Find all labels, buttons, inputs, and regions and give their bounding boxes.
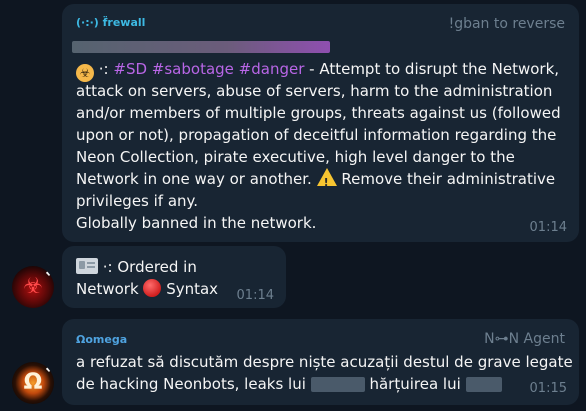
- line-text: Network in one way or another.: [76, 170, 312, 188]
- redacted-name: [465, 377, 502, 392]
- sender-role: !gban to reverse: [448, 16, 565, 32]
- badge-icon: ◆: [45, 268, 52, 277]
- red-circle-icon: [143, 279, 162, 297]
- omega-avatar[interactable]: Ω ◆: [12, 362, 54, 404]
- message-time: 01:15: [529, 381, 567, 396]
- sender-name[interactable]: Ωomega: [76, 333, 127, 346]
- line-text: Syntax: [166, 280, 219, 298]
- message-time: 01:14: [529, 220, 567, 235]
- message-line: de hacking Neonbots, leaks lui hărțuirea…: [76, 373, 502, 395]
- sender-name[interactable]: (·:·) f̈rewall: [76, 16, 145, 29]
- warning-icon: [316, 168, 337, 194]
- message-line: and/or members of multiple groups, threa…: [76, 104, 561, 122]
- tag-prefix: ·:: [98, 60, 109, 78]
- redacted-name: [310, 377, 365, 392]
- id-card-icon: [76, 258, 98, 274]
- message-line: a refuzat să discutăm despre niște acuza…: [76, 353, 573, 371]
- sender-role: N⊶N Agent: [484, 331, 565, 347]
- line-text: de hacking Neonbots, leaks lui: [76, 375, 306, 393]
- message-time: 01:14: [236, 288, 274, 303]
- badge-icon: ◆: [45, 364, 52, 373]
- line-rest: - Attempt to disrupt the Network,: [304, 60, 560, 78]
- message-line: Network in one way or another. Remove th…: [76, 168, 556, 194]
- message-line: upon or not), propagation of deceitful i…: [76, 126, 557, 144]
- message-line: ☣ ·: #SD #sabotage #danger - Attempt to …: [76, 58, 559, 82]
- message-line: attack on servers, abuse of servers, har…: [76, 82, 553, 100]
- line-text: hărțuirea lui: [369, 375, 461, 393]
- line-text: Network: [76, 280, 139, 298]
- chat-view: (·:·) f̈rewall !gban to reverse ☣ ·: #SD…: [0, 0, 586, 411]
- message-line: Globally banned in the network.: [76, 214, 317, 232]
- message-bubble-ordered[interactable]: ·: Ordered in Network Syntax 01:14: [62, 246, 286, 308]
- message-bubble-omega[interactable]: Ωomega N⊶N Agent a refuzat să discutăm d…: [62, 319, 579, 405]
- line-text: Remove their administrative: [341, 170, 556, 188]
- biohazard-avatar[interactable]: ☣ ◆: [12, 266, 54, 308]
- message-line: privileges if any.: [76, 192, 199, 210]
- message-bubble-firewall[interactable]: (·:·) f̈rewall !gban to reverse ☣ ·: #SD…: [62, 4, 579, 242]
- message-line: ·: Ordered in: [76, 256, 197, 278]
- hashtags[interactable]: #SD #sabotage #danger: [113, 60, 304, 78]
- message-line: Neon Collection, pirate executive, high …: [76, 148, 515, 166]
- line-text: ·: Ordered in: [102, 258, 197, 276]
- message-line: Network Syntax: [76, 278, 218, 300]
- redacted-username: [72, 41, 330, 53]
